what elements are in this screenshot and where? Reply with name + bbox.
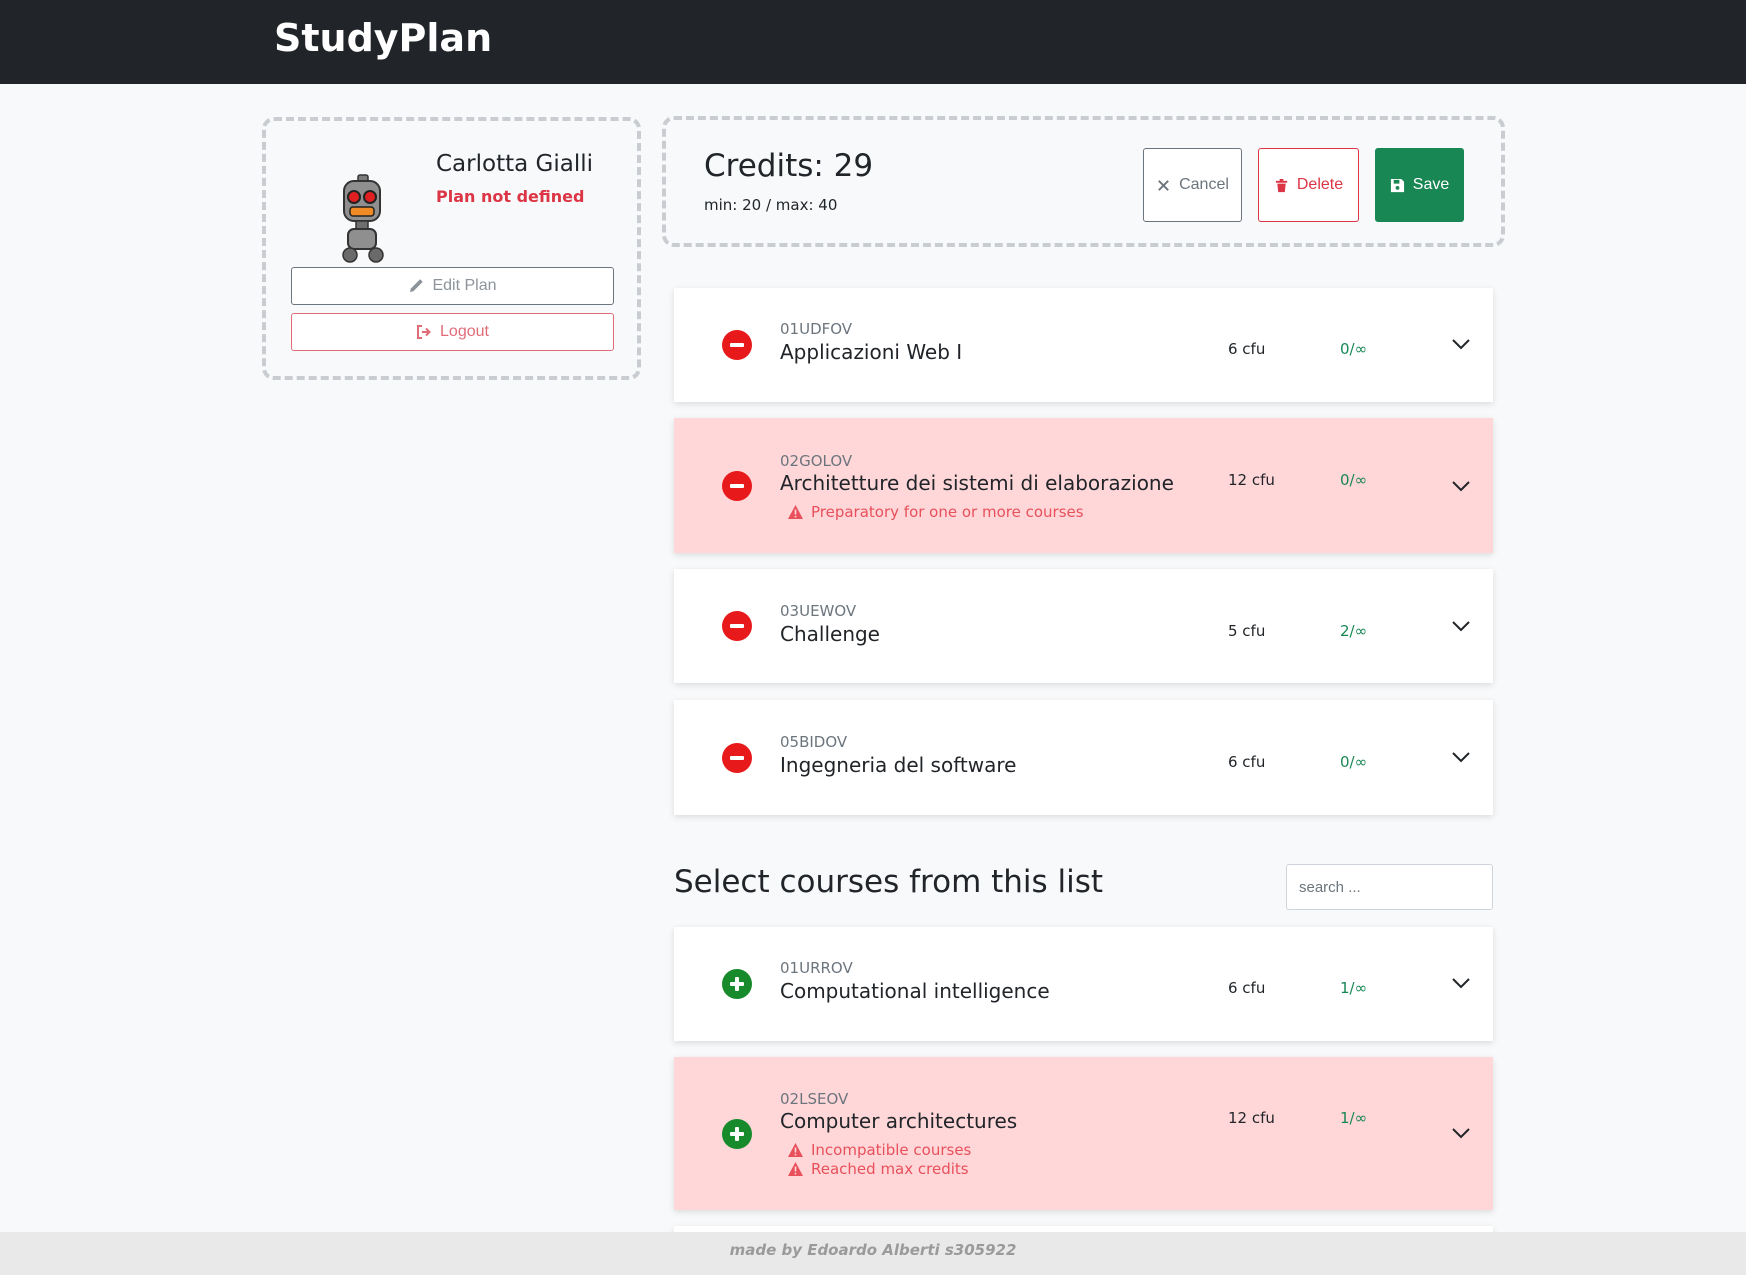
plan-status: Plan not defined — [436, 187, 585, 206]
plan-course-row[interactable]: 05BIDOV Ingegneria del software 6 cfu 0/… — [674, 700, 1493, 815]
course-code: 01UDFOV — [780, 320, 853, 338]
delete-button[interactable]: Delete — [1258, 148, 1359, 222]
course-name: Computer architectures — [780, 1109, 1018, 1133]
footer: made by Edoardo Alberti s305922 — [0, 1232, 1746, 1275]
remove-course-icon[interactable] — [722, 330, 752, 360]
credits-title: Credits: 29 — [704, 148, 874, 184]
course-name: Computational intelligence — [780, 979, 1050, 1003]
course-code: 03UEWOV — [780, 602, 857, 620]
course-name: Applicazioni Web I — [780, 340, 963, 364]
course-enrolled: 0/∞ — [1340, 471, 1368, 489]
delete-label: Delete — [1296, 176, 1344, 193]
course-code: 01URROV — [780, 959, 853, 977]
add-course-icon[interactable] — [722, 969, 752, 999]
remove-course-icon[interactable] — [722, 471, 752, 501]
add-course-icon[interactable] — [722, 1119, 752, 1149]
course-warning: Preparatory for one or more courses — [788, 503, 1084, 521]
plan-course-row[interactable]: 03UEWOV Challenge 5 cfu 2/∞ — [674, 569, 1493, 683]
course-warning-text: Reached max credits — [811, 1160, 969, 1178]
floppy-disk-icon — [1390, 178, 1404, 192]
chevron-down-icon[interactable] — [1452, 1127, 1470, 1139]
course-enrolled: 2/∞ — [1340, 622, 1368, 640]
cancel-button[interactable]: Cancel — [1143, 148, 1242, 222]
course-cfu: 12 cfu — [1228, 1109, 1275, 1127]
course-enrolled: 0/∞ — [1340, 753, 1368, 771]
course-warning: Incompatible courses — [788, 1141, 971, 1159]
credits-limits: min: 20 / max: 40 — [704, 196, 838, 214]
credits-card: Credits: 29 min: 20 / max: 40 Cancel Del… — [662, 116, 1505, 247]
course-code: 05BIDOV — [780, 733, 848, 751]
edit-plan-button[interactable]: Edit Plan — [291, 267, 614, 305]
course-warning-text: Incompatible courses — [811, 1141, 972, 1159]
cancel-label: Cancel — [1179, 176, 1229, 193]
brand-title[interactable]: StudyPlan — [274, 16, 492, 60]
footer-credit: made by Edoardo Alberti s305922 — [729, 1241, 1017, 1259]
course-name: Challenge — [780, 622, 880, 646]
trash-icon — [1275, 178, 1287, 192]
user-name: Carlotta Gialli — [436, 151, 593, 177]
save-button[interactable]: Save — [1375, 148, 1464, 222]
course-warning-text: Preparatory for one or more courses — [811, 503, 1084, 521]
warning-triangle-icon — [788, 505, 803, 519]
search-input[interactable] — [1286, 864, 1493, 910]
course-cfu: 6 cfu — [1228, 753, 1266, 771]
logout-icon — [417, 325, 431, 339]
warning-triangle-icon — [788, 1143, 803, 1157]
course-name: Architetture dei sistemi di elaborazione — [780, 471, 1174, 495]
catalog-course-row[interactable]: 02LSEOV Computer architectures 12 cfu 1/… — [674, 1057, 1493, 1210]
remove-course-icon[interactable] — [722, 611, 752, 641]
course-cfu: 6 cfu — [1228, 340, 1266, 358]
logout-label: Logout — [440, 323, 489, 340]
plan-course-row[interactable]: 01UDFOV Applicazioni Web I 6 cfu 0/∞ — [674, 288, 1493, 402]
navbar: StudyPlan — [0, 0, 1746, 84]
chevron-down-icon[interactable] — [1452, 751, 1470, 763]
course-name: Ingegneria del software — [780, 753, 1017, 777]
course-enrolled: 0/∞ — [1340, 340, 1368, 358]
chevron-down-icon[interactable] — [1452, 977, 1470, 989]
pencil-icon — [410, 279, 424, 292]
course-code: 02LSEOV — [780, 1090, 849, 1108]
chevron-down-icon[interactable] — [1452, 338, 1470, 350]
chevron-down-icon[interactable] — [1452, 620, 1470, 632]
robot-avatar-icon — [342, 174, 384, 263]
course-code: 02GOLOV — [780, 452, 853, 470]
course-warning: Reached max credits — [788, 1160, 969, 1178]
course-cfu: 6 cfu — [1228, 979, 1266, 997]
course-enrolled: 1/∞ — [1340, 979, 1368, 997]
warning-triangle-icon — [788, 1162, 803, 1176]
chevron-down-icon[interactable] — [1452, 480, 1470, 492]
plan-course-row[interactable]: 02GOLOV Architetture dei sistemi di elab… — [674, 418, 1493, 553]
logout-button[interactable]: Logout — [291, 313, 614, 351]
catalog-course-row[interactable]: 01URROV Computational intelligence 6 cfu… — [674, 927, 1493, 1041]
close-icon — [1158, 179, 1169, 191]
edit-plan-label: Edit Plan — [432, 277, 497, 294]
catalog-title: Select courses from this list — [674, 864, 1104, 900]
course-cfu: 12 cfu — [1228, 471, 1275, 489]
user-card: Carlotta Gialli Plan not defined Edit Pl… — [262, 117, 641, 380]
remove-course-icon[interactable] — [722, 743, 752, 773]
course-cfu: 5 cfu — [1228, 622, 1266, 640]
course-enrolled: 1/∞ — [1340, 1109, 1368, 1127]
save-label: Save — [1412, 176, 1450, 193]
